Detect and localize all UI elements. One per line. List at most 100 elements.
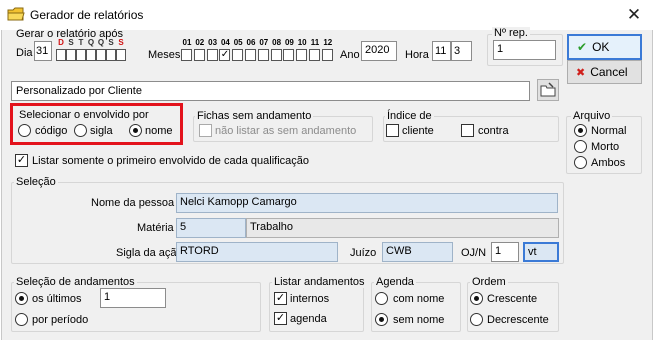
weekday-letter: Q bbox=[87, 38, 95, 47]
month-number: 12 bbox=[323, 38, 333, 47]
ano-input[interactable]: 2020 bbox=[361, 41, 397, 61]
close-button[interactable]: ✕ bbox=[622, 4, 646, 26]
cancel-icon: ✖ bbox=[576, 67, 586, 79]
month-number: 01 bbox=[182, 38, 192, 47]
contra-checkbox[interactable] bbox=[461, 124, 474, 137]
ojn-suffix-input[interactable]: vt bbox=[523, 242, 559, 262]
month-checkbox[interactable] bbox=[283, 49, 295, 61]
radio-periodo-label: por período bbox=[32, 314, 89, 326]
nrep-label: Nº rep. bbox=[492, 27, 530, 39]
cliente-checkbox[interactable] bbox=[386, 124, 399, 137]
radio-morto[interactable] bbox=[574, 140, 587, 153]
month-checkbox[interactable] bbox=[309, 49, 320, 61]
radio-sem-nome[interactable] bbox=[375, 313, 388, 326]
month-number: 04 bbox=[220, 38, 230, 47]
andamentos-title: Seleção de andamentos bbox=[14, 276, 137, 288]
window-title: Gerador de relatórios bbox=[30, 8, 144, 22]
weekday-checkbox[interactable] bbox=[96, 49, 106, 61]
radio-decrescente[interactable] bbox=[470, 313, 483, 326]
close-icon: ✕ bbox=[626, 5, 642, 24]
agenda-checkbox[interactable]: ✓ bbox=[274, 312, 287, 325]
juizo-input[interactable]: CWB bbox=[382, 242, 453, 262]
radio-crescente-label: Crescente bbox=[487, 293, 538, 305]
weekday-letter: S bbox=[68, 38, 74, 47]
radio-ambos[interactable] bbox=[574, 156, 587, 169]
radio-normal-label: Normal bbox=[591, 125, 627, 137]
month-number: 08 bbox=[272, 38, 282, 47]
month-number: 11 bbox=[310, 38, 320, 47]
month-checkbox[interactable] bbox=[193, 49, 205, 61]
weekday-letter: T bbox=[78, 38, 84, 47]
listar-andamentos-title: Listar andamentos bbox=[272, 276, 367, 288]
radio-decrescente-label: Decrescente bbox=[487, 314, 549, 326]
arquivo-title: Arquivo bbox=[571, 110, 613, 122]
radio-crescente[interactable] bbox=[470, 292, 483, 305]
month-checkbox[interactable] bbox=[257, 49, 269, 61]
weekday-checkbox[interactable] bbox=[66, 49, 76, 61]
internos-checkbox[interactable]: ✓ bbox=[274, 292, 287, 305]
weekday-checkbox[interactable] bbox=[56, 49, 66, 61]
month-checkbox[interactable]: ✓ bbox=[219, 49, 231, 61]
ok-label: OK bbox=[592, 40, 610, 54]
sigla-acao-input[interactable]: RTORD bbox=[176, 242, 338, 262]
cancel-label: Cancel bbox=[590, 65, 628, 79]
materia-label: Matéria bbox=[137, 222, 174, 234]
weekday-checkbox[interactable] bbox=[106, 49, 116, 61]
check-icon: ✔ bbox=[577, 40, 588, 54]
month-checkbox[interactable] bbox=[232, 49, 244, 61]
dia-label: Dia bbox=[16, 47, 33, 59]
radio-ambos-label: Ambos bbox=[591, 157, 626, 169]
cancel-button[interactable]: ✖ Cancel bbox=[567, 60, 642, 84]
hora-input[interactable]: 11 bbox=[432, 41, 451, 61]
month-checkbox[interactable] bbox=[181, 49, 192, 61]
report-type-input[interactable]: Personalizado por Cliente bbox=[11, 81, 530, 101]
radio-ultimos[interactable] bbox=[15, 292, 28, 305]
ok-button[interactable]: ✔ OK bbox=[567, 34, 642, 60]
minuto-input[interactable]: 3 bbox=[451, 41, 472, 61]
radio-normal[interactable] bbox=[574, 124, 587, 137]
weekday-checkbox[interactable] bbox=[116, 49, 126, 61]
month-number: 03 bbox=[208, 38, 218, 47]
folder-icon bbox=[7, 7, 25, 21]
ojn-label: OJ/N bbox=[461, 247, 487, 259]
month-checkbox[interactable] bbox=[296, 49, 308, 61]
title-bar: Gerador de relatórios ✕ bbox=[0, 0, 654, 30]
indice-title: Índice de bbox=[385, 110, 434, 122]
month-number: 05 bbox=[233, 38, 243, 47]
fichas-checkbox[interactable] bbox=[199, 124, 212, 137]
month-checkbox[interactable] bbox=[321, 49, 333, 61]
month-number: 02 bbox=[195, 38, 205, 47]
weekday-letter: S bbox=[118, 38, 124, 47]
nome-pessoa-input[interactable]: Nelci Kamopp Camargo bbox=[176, 193, 558, 213]
agenda-label: agenda bbox=[290, 313, 327, 325]
dia-input[interactable]: 31 bbox=[34, 41, 52, 61]
radio-com-nome-label: com nome bbox=[393, 293, 445, 305]
radio-sem-nome-label: sem nome bbox=[393, 314, 445, 326]
internos-label: internos bbox=[290, 293, 330, 305]
radio-com-nome[interactable] bbox=[375, 292, 388, 305]
nome-pessoa-label: Nome da pessoa bbox=[91, 197, 175, 209]
month-number: 07 bbox=[259, 38, 269, 47]
ultimos-input[interactable]: 1 bbox=[100, 288, 166, 308]
weekday-letter: S bbox=[108, 38, 114, 47]
selecao-title: Seleção bbox=[14, 176, 58, 188]
month-checkbox[interactable] bbox=[206, 49, 218, 61]
weekday-letter: Q bbox=[97, 38, 105, 47]
browse-button[interactable] bbox=[537, 79, 559, 101]
contra-label: contra bbox=[478, 125, 509, 137]
nrep-input[interactable]: 1 bbox=[493, 40, 556, 60]
materia-code-input[interactable]: 5 bbox=[176, 218, 246, 238]
weekday-checkbox[interactable] bbox=[76, 49, 86, 61]
listar-primeiro-checkbox[interactable]: ✓ bbox=[15, 154, 28, 167]
weekday-checkbox[interactable] bbox=[86, 49, 96, 61]
juizo-label: Juízo bbox=[350, 247, 377, 259]
radio-periodo[interactable] bbox=[15, 313, 28, 326]
sigla-acao-label: Sigla da ação bbox=[116, 247, 183, 259]
month-number: 06 bbox=[246, 38, 256, 47]
month-checkbox[interactable] bbox=[245, 49, 256, 61]
materia-name-input: Trabalho bbox=[246, 218, 559, 238]
radio-ultimos-label: os últimos bbox=[32, 293, 82, 305]
month-checkbox[interactable] bbox=[270, 49, 282, 61]
ojn-input[interactable]: 1 bbox=[491, 242, 519, 262]
listar-primeiro-label: Listar somente o primeiro envolvido de c… bbox=[32, 155, 309, 167]
